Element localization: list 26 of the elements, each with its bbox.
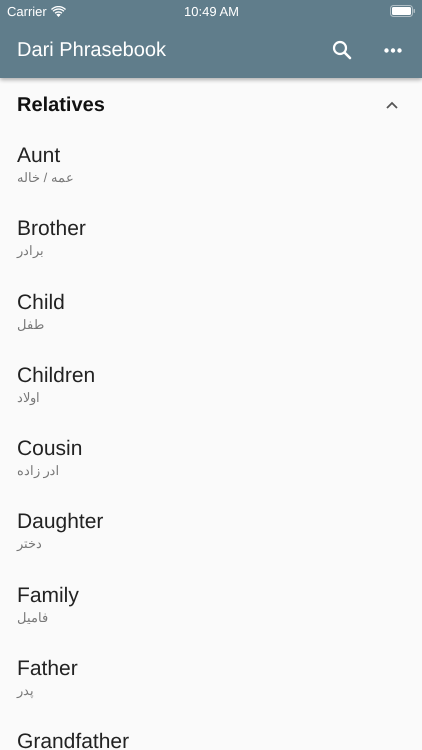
phrase-dari: فامیل [17,608,48,627]
search-icon [332,40,352,60]
phrase-english[interactable]: Grandfather [17,729,130,750]
carrier-label: Carrier [7,4,47,18]
phrase-dari: دختر [17,535,42,554]
phrase-dari: ادر زاده [17,462,60,480]
phrase-dari: عمه / خاله [17,169,74,187]
phrase-english[interactable]: Aunt [17,143,60,169]
status-time: 10:49 AM [184,4,239,18]
phrase-dari: طفل [17,316,44,334]
wifi-icon [50,6,66,16]
phrase-english[interactable]: Cousin [17,436,82,462]
phrase-english[interactable]: Brother [17,216,86,242]
section-title: Relatives [17,94,105,116]
phrase-dari: اولاد [17,388,40,407]
phrase-dari: برادر [17,242,44,260]
chevron-icon [386,101,398,109]
phrase-english[interactable]: Child [17,290,65,316]
phrase-english[interactable]: Family [17,582,79,609]
phrase-english[interactable]: Children [17,362,96,389]
phrase-english[interactable]: Daughter [17,509,104,536]
phrase-english[interactable]: Father [17,656,78,682]
battery-icon [390,5,416,17]
phrase-dari: پدر [17,682,34,700]
app-title: Dari Phrasebook [17,38,167,62]
more-icon [384,48,402,52]
